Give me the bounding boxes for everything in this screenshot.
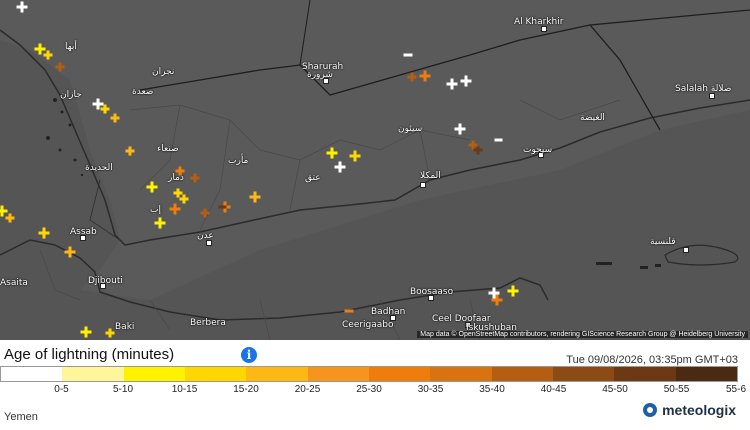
scale-label: 30-35 bbox=[417, 384, 444, 395]
brand[interactable]: meteologix bbox=[642, 402, 736, 418]
city-marker bbox=[683, 247, 689, 253]
scale-label: 25-30 bbox=[356, 384, 382, 395]
place-label: Ceerigaabo bbox=[342, 320, 394, 330]
place-label: سيئون bbox=[398, 124, 423, 134]
place-label: قلنسية bbox=[650, 237, 676, 247]
scale-swatch bbox=[62, 367, 124, 381]
meteologix-logo-icon bbox=[643, 403, 658, 417]
place-label: سيحوت bbox=[523, 145, 553, 155]
scale-swatch bbox=[246, 367, 308, 381]
place-label: صعدة bbox=[132, 87, 154, 97]
place-label: صنعاء bbox=[157, 144, 179, 154]
scale-swatch bbox=[675, 367, 737, 381]
place-label: إب bbox=[150, 205, 161, 215]
place-label: Badhan bbox=[371, 307, 406, 317]
place-label: Al Kharkhir bbox=[514, 17, 564, 27]
place-label: Asaita bbox=[0, 278, 28, 288]
scale-label: 20-25 bbox=[294, 384, 321, 395]
place-label: Salalah صلالة bbox=[675, 84, 732, 94]
place-label: المكلا bbox=[420, 171, 441, 181]
region-label: Yemen bbox=[4, 411, 38, 423]
scale-swatch bbox=[614, 367, 676, 381]
scale-swatch bbox=[1, 367, 63, 381]
place-label: أبها bbox=[65, 42, 77, 52]
scale-label: 40-45 bbox=[540, 384, 567, 395]
scale-swatch bbox=[184, 367, 247, 381]
scale-label: 45-50 bbox=[602, 384, 628, 395]
place-label: Djibouti bbox=[88, 276, 123, 286]
place-label: نجران bbox=[152, 67, 175, 77]
place-label: الغيضة bbox=[580, 113, 605, 123]
color-scale bbox=[0, 366, 738, 382]
scale-swatch bbox=[552, 367, 615, 381]
scale-label: 5-10 bbox=[112, 384, 134, 395]
place-label: عتق bbox=[305, 173, 321, 183]
scale-label: 15-20 bbox=[233, 384, 259, 395]
place-label: شرورة bbox=[307, 70, 333, 80]
scale-swatch bbox=[368, 367, 431, 381]
map-attribution[interactable]: Map data © OpenStreetMap contributors, r… bbox=[417, 331, 748, 338]
info-icon[interactable]: i bbox=[241, 347, 257, 363]
scale-swatch bbox=[491, 367, 553, 381]
place-label: Berbera bbox=[190, 318, 226, 328]
scale-label: 55-6 bbox=[725, 384, 747, 395]
scale-label: 10-15 bbox=[171, 384, 198, 395]
place-label: الحديدة bbox=[85, 163, 113, 173]
place-label: ذمار bbox=[168, 173, 184, 183]
lightning-map[interactable]: Al Kharkhir Sharurah شرورة Salalah صلالة… bbox=[0, 0, 750, 340]
color-scale-labels: 0-5 5-10 10-15 15-20 20-25 25-30 30-35 35-40 40-… bbox=[0, 384, 750, 398]
timestamp: Tue 09/08/2026, 03:35pm GMT+03 bbox=[566, 354, 738, 366]
city-marker bbox=[420, 182, 426, 188]
scale-swatch bbox=[123, 367, 185, 381]
scale-label: 0-5 bbox=[54, 384, 69, 395]
place-label: Boosaaso bbox=[410, 287, 454, 297]
place-label: جازان bbox=[60, 90, 82, 100]
place-label: Assab bbox=[70, 227, 97, 237]
scale-swatch bbox=[307, 367, 369, 381]
scale-label: 50-55 bbox=[663, 384, 690, 395]
place-label: Baki bbox=[115, 322, 135, 332]
brand-name: meteologix bbox=[662, 402, 736, 418]
legend-title: Age of lightning (minutes) bbox=[4, 346, 175, 363]
place-label: عدن bbox=[197, 231, 214, 241]
scale-swatch bbox=[430, 367, 492, 381]
scale-label: 35-40 bbox=[479, 384, 505, 395]
place-label: مأرب bbox=[228, 156, 249, 166]
